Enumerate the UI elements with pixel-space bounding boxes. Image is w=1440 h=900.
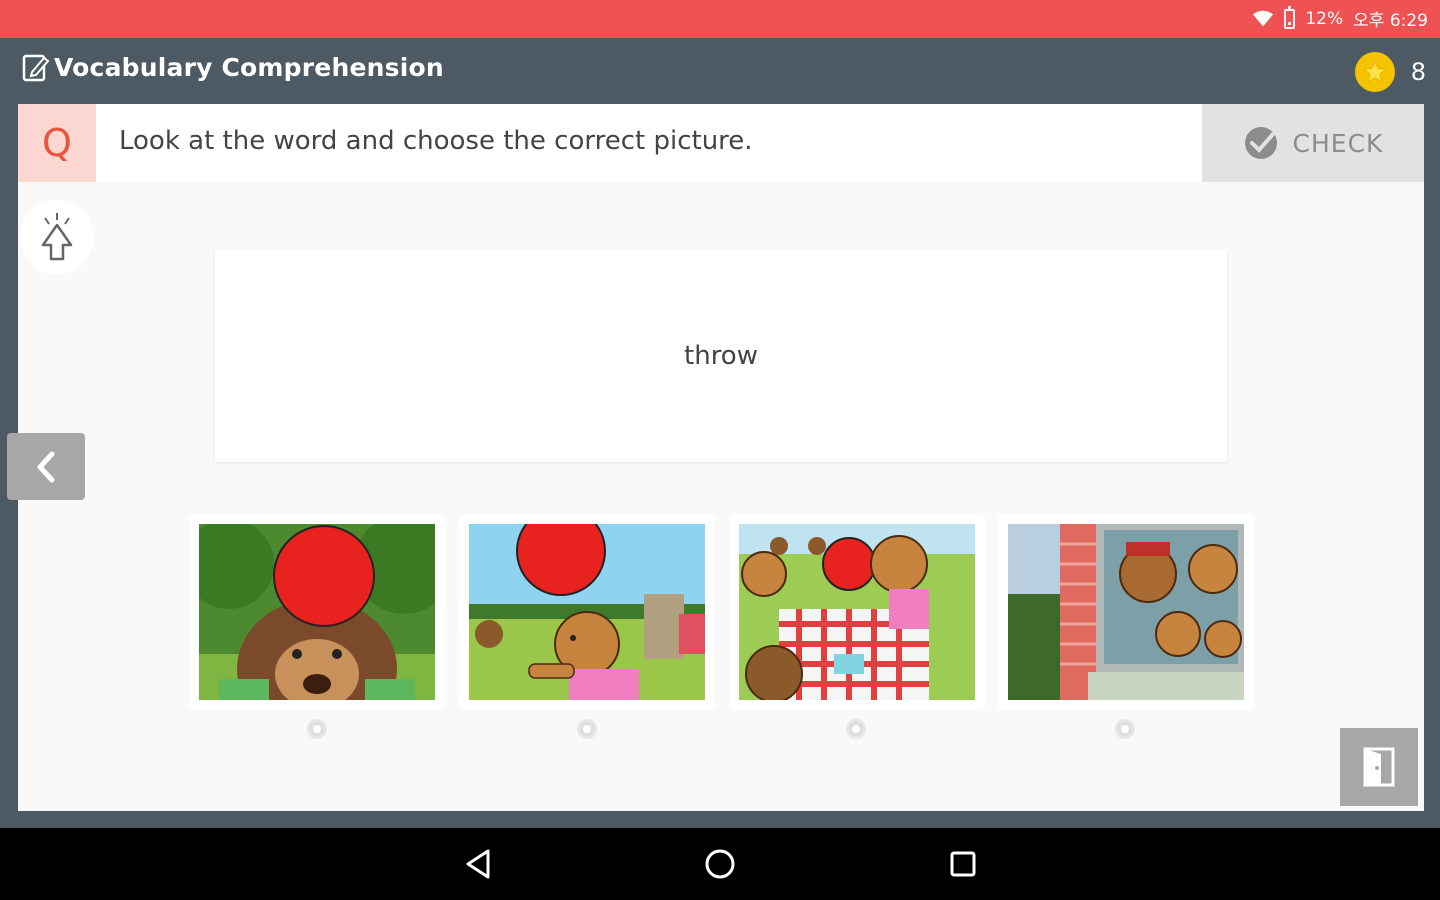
exit-button[interactable] xyxy=(1340,728,1418,806)
target-word: throw xyxy=(684,341,758,371)
bears-at-window-picture xyxy=(1008,524,1244,700)
status-bar: 12% 오후 6:29 xyxy=(0,0,1440,38)
app-title-group: Vocabulary Comprehension xyxy=(22,52,444,82)
home-circle-icon[interactable] xyxy=(702,846,738,882)
choice-radio-3[interactable] xyxy=(846,719,866,739)
check-circle-icon xyxy=(1244,127,1277,159)
choice-radio-4[interactable] xyxy=(1115,719,1135,739)
bears-picnic-ball-picture xyxy=(739,524,975,700)
system-nav-bar xyxy=(0,828,1440,900)
chevron-left-icon xyxy=(37,451,55,482)
question-badge: Q xyxy=(18,104,96,182)
back-triangle-icon[interactable] xyxy=(460,846,496,882)
tap-hint-icon xyxy=(41,213,73,261)
note-edit-icon xyxy=(22,54,50,82)
question-bar: Q Look at the word and choose the correc… xyxy=(18,104,1424,182)
battery-icon xyxy=(1284,5,1296,29)
app-title: Vocabulary Comprehension xyxy=(54,52,444,82)
bear-throwing-ball-picture xyxy=(469,524,705,700)
choice-card-4[interactable] xyxy=(998,514,1254,710)
choice-radio-2[interactable] xyxy=(577,719,597,739)
coin-count: 8 xyxy=(1410,58,1426,86)
quiz-panel: Q Look at the word and choose the correc… xyxy=(18,104,1424,811)
check-button[interactable]: CHECK xyxy=(1202,104,1424,182)
question-text: Look at the word and choose the correct … xyxy=(119,126,753,156)
battery-percent: 12% xyxy=(1305,8,1344,29)
bear-under-ball-picture xyxy=(199,524,435,700)
choice-card-2[interactable] xyxy=(459,514,715,710)
recents-square-icon[interactable] xyxy=(945,846,981,882)
star-coin-icon xyxy=(1354,52,1395,92)
app-header: Vocabulary Comprehension 8 xyxy=(0,38,1440,104)
check-label: CHECK xyxy=(1292,128,1384,158)
choice-radio-1[interactable] xyxy=(307,719,327,739)
choice-card-3[interactable] xyxy=(729,514,985,710)
choice-card-1[interactable] xyxy=(189,514,445,710)
hint-button[interactable] xyxy=(20,200,94,274)
wifi-icon xyxy=(1253,10,1274,26)
exit-door-icon xyxy=(1363,747,1395,787)
word-card: throw xyxy=(215,250,1227,462)
clock: 오후 6:29 xyxy=(1353,11,1428,31)
previous-button[interactable] xyxy=(7,433,85,500)
coin-counter: 8 xyxy=(1354,52,1426,92)
status-indicators: 12% 오후 6:29 xyxy=(1252,5,1428,31)
